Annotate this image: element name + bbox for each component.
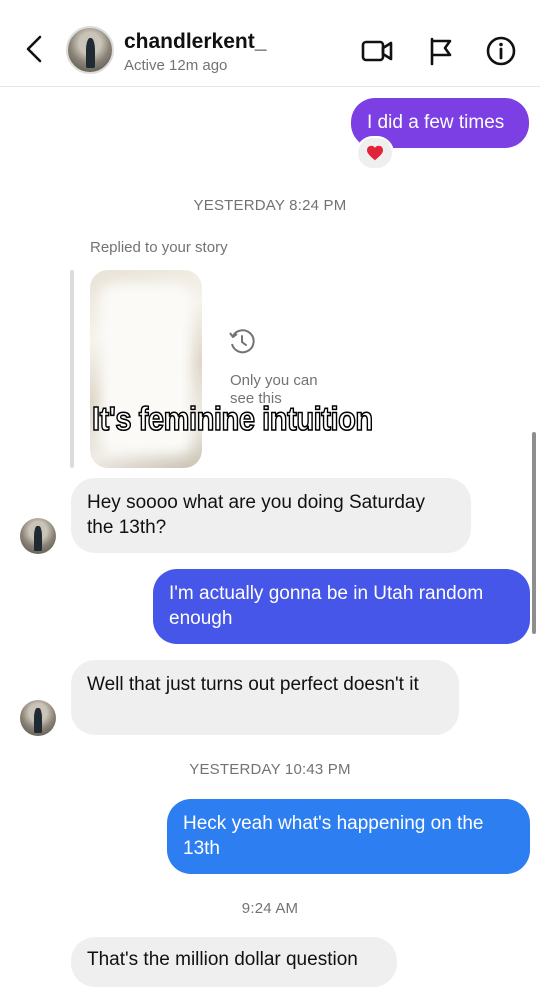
incoming-message[interactable]: Well that just turns out perfect doesn't… — [71, 660, 459, 735]
timestamp: YESTERDAY 10:43 PM — [189, 761, 351, 778]
message-text: Heck yeah what's happening on the 13th — [183, 813, 484, 859]
heart-icon — [367, 145, 383, 161]
back-arrow-icon[interactable] — [22, 34, 48, 64]
timestamp: 9:24 AM — [241, 900, 299, 917]
report-flag-icon[interactable] — [424, 36, 458, 66]
message-text: I'm actually gonna be in Utah random eno… — [169, 583, 484, 629]
message-text: Well that just turns out perfect doesn't… — [87, 674, 419, 695]
outgoing-message[interactable]: I'm actually gonna be in Utah random eno… — [153, 569, 530, 644]
scrollbar[interactable] — [532, 432, 536, 634]
incoming-message[interactable]: Hey soooo what are you doing Saturday th… — [71, 478, 471, 553]
message-text: I did a few times — [367, 112, 505, 133]
profile-avatar[interactable] — [66, 26, 114, 74]
story-reply-bar — [70, 270, 74, 468]
reaction-badge[interactable] — [356, 136, 394, 170]
info-icon[interactable] — [484, 36, 518, 66]
incoming-message[interactable]: That's the million dollar question — [71, 937, 397, 987]
history-icon — [229, 329, 255, 354]
sender-avatar[interactable] — [20, 700, 56, 736]
story-thumbnail[interactable] — [90, 270, 202, 468]
video-call-icon[interactable] — [360, 36, 394, 66]
sender-avatar[interactable] — [20, 518, 56, 554]
chat-header: chandlerkent_ Active 12m ago — [0, 0, 540, 87]
username[interactable]: chandlerkent_ — [124, 30, 266, 54]
active-status: Active 12m ago — [124, 57, 228, 74]
timestamp: YESTERDAY 8:24 PM — [193, 197, 347, 214]
message-text: Hey soooo what are you doing Saturday th… — [87, 492, 425, 538]
replied-to-story-label: Replied to your story — [90, 239, 228, 256]
overlay-caption: It's feminine intuition — [91, 399, 374, 438]
outgoing-message[interactable]: Heck yeah what's happening on the 13th — [167, 799, 530, 874]
